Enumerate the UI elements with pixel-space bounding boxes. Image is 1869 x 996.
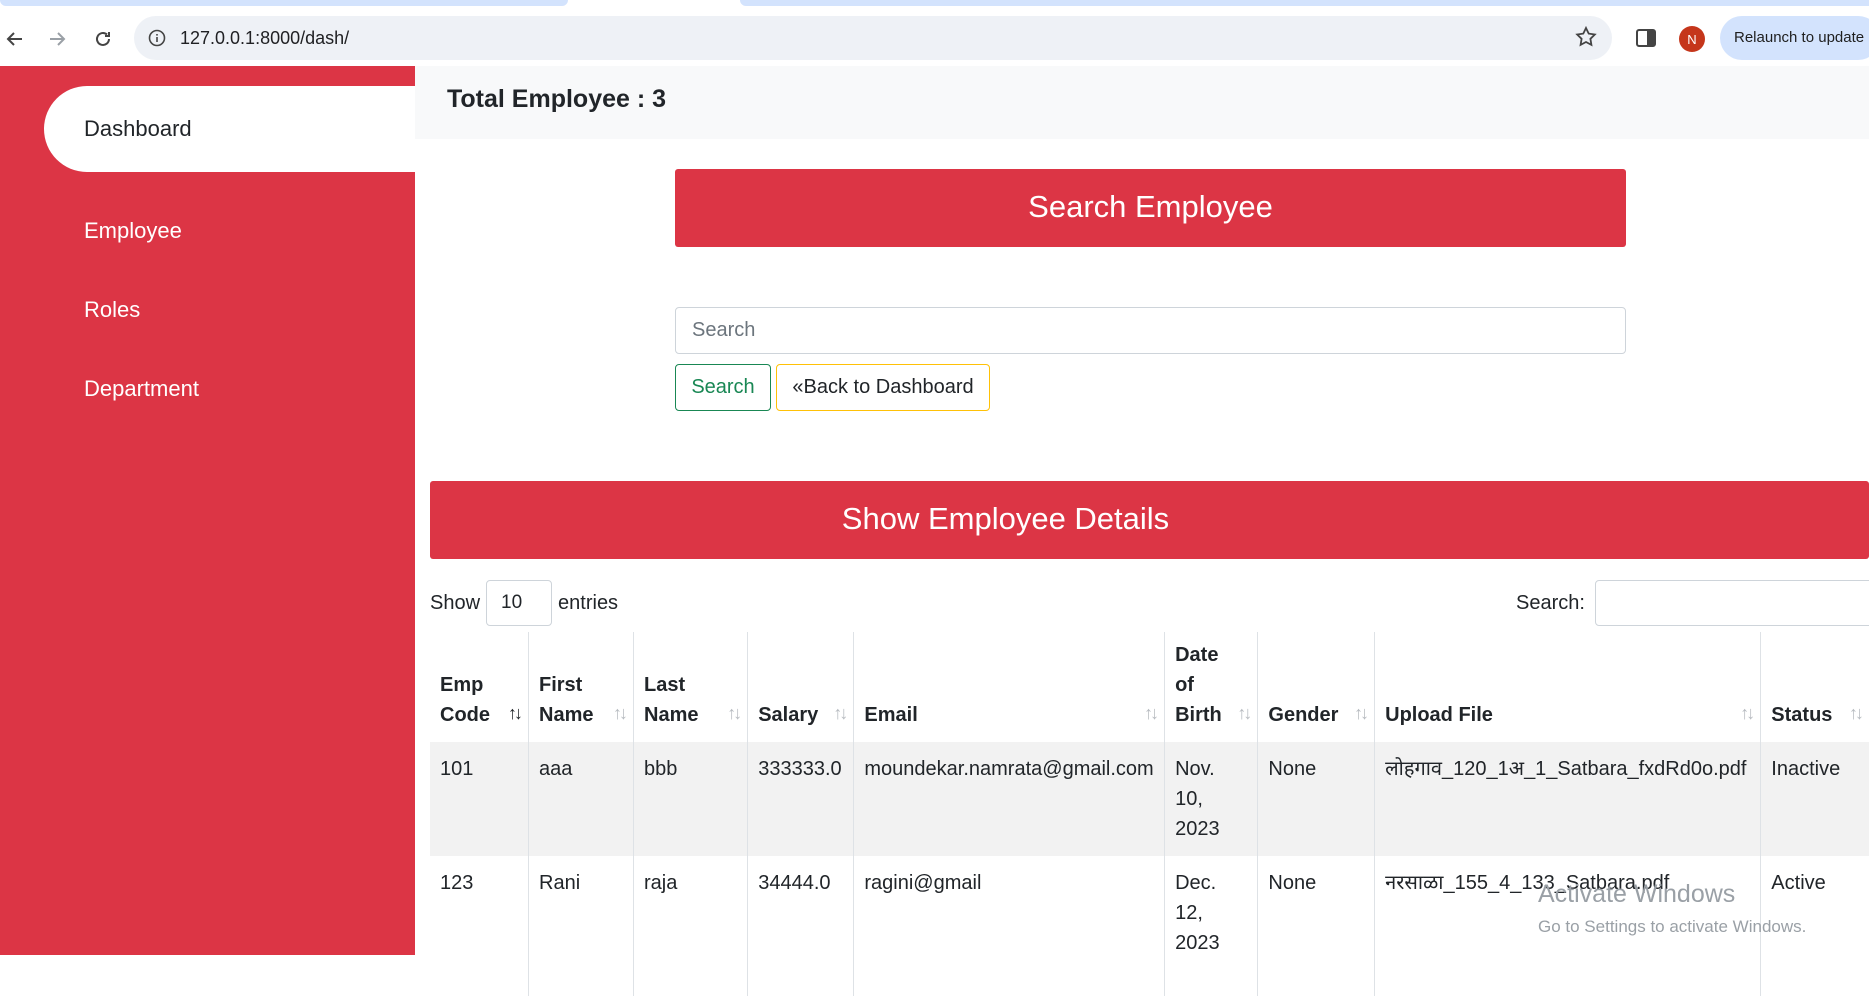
cell-salary: 333333.0 [747, 742, 854, 856]
top-bar: Total Employee : 3 [415, 66, 1869, 139]
side-panel-icon[interactable] [1634, 26, 1658, 50]
sidebar-item-label: Dashboard [84, 116, 192, 141]
cell-gender: None [1257, 742, 1375, 856]
show-label: Show [430, 591, 481, 614]
site-info-icon[interactable] [148, 29, 166, 47]
table-search-label: Search: [1516, 591, 1585, 614]
cell-salary: 34444.0 [747, 856, 854, 996]
cell-email: moundekar.namrata@gmail.com [853, 742, 1165, 856]
show-employee-details-banner: Show Employee Details [430, 481, 1869, 559]
browser-toolbar: 127.0.0.1:8000/dash/ N Relaunch to updat… [0, 14, 1869, 66]
cell-email: ragini@gmail [853, 856, 1165, 996]
cell-first-name: aaa [528, 742, 634, 856]
sort-icon: ↑↓ [1354, 703, 1369, 723]
forward-arrow-icon[interactable] [42, 24, 72, 54]
entries-select[interactable]: 10 [486, 580, 553, 626]
column-header-email[interactable]: Email ↑↓ [853, 632, 1165, 742]
sort-icon: ↑↓ [1144, 703, 1159, 723]
column-header-first-name[interactable]: First Name ↑↓ [528, 632, 634, 742]
entries-label: entries [558, 591, 619, 614]
total-employee-count: Total Employee : 3 [447, 85, 667, 113]
search-employee-banner: Search Employee [675, 169, 1626, 247]
cell-gender: None [1257, 856, 1375, 996]
back-to-dashboard-button[interactable]: «Back to Dashboard [776, 364, 990, 411]
sort-icon: ↑↓ [613, 703, 628, 723]
table-search-input[interactable] [1594, 580, 1869, 626]
column-header-emp-code[interactable]: Emp Code ↑↓ [430, 632, 529, 742]
watermark-subtitle: Go to Settings to activate Windows. [1538, 917, 1807, 936]
table-search-control: Search: [1516, 580, 1869, 626]
cell-date-of-birth: Dec. 12, 2023 [1164, 856, 1258, 996]
column-header-status[interactable]: Status ↑↓ [1760, 632, 1869, 742]
table-header-row: Emp Code ↑↓ First Name ↑↓ Last Name ↑↓ Sala… [430, 632, 1869, 742]
profile-avatar[interactable]: N [1679, 26, 1705, 52]
browser-tab[interactable] [740, 0, 1869, 6]
column-header-upload-file[interactable]: Upload File ↑↓ [1374, 632, 1761, 742]
address-bar[interactable]: 127.0.0.1:8000/dash/ [134, 16, 1612, 60]
sort-icon: ↑↓ [833, 703, 848, 723]
bookmark-star-icon[interactable] [1574, 25, 1598, 49]
employee-table: Emp Code ↑↓ First Name ↑↓ Last Name ↑↓ Sala… [430, 632, 1869, 996]
activate-windows-watermark: Activate Windows Go to Settings to activ… [1538, 880, 1806, 937]
sidebar-item-employee[interactable]: Employee [84, 218, 182, 244]
column-header-date-of-birth[interactable]: Date of Birth ↑↓ [1164, 632, 1258, 742]
search-button[interactable]: Search [675, 364, 771, 411]
sort-icon: ↑↓ [1740, 703, 1755, 723]
cell-first-name: Rani [528, 856, 634, 996]
url-text[interactable]: 127.0.0.1:8000/dash/ [180, 28, 349, 49]
back-arrow-icon[interactable] [0, 24, 30, 54]
sort-icon: ↑↓ [727, 703, 742, 723]
table-row: 101 aaa bbb 333333.0 moundekar.namrata@g… [430, 742, 1869, 856]
tab-strip [0, 0, 1869, 14]
relaunch-button[interactable]: Relaunch to update [1720, 16, 1869, 60]
reload-icon[interactable] [88, 24, 118, 54]
column-header-salary[interactable]: Salary ↑↓ [747, 632, 854, 742]
cell-last-name: raja [632, 856, 748, 996]
cell-emp-code: 123 [440, 872, 474, 894]
sort-icon: ↑↓ [1237, 703, 1252, 723]
entries-length-control: Show 10 entries [430, 580, 618, 626]
cell-status: Inactive [1760, 742, 1869, 856]
cell-emp-code: 101 [430, 742, 529, 856]
browser-tab[interactable] [0, 0, 568, 6]
sort-icon: ↑↓ [1849, 703, 1864, 723]
column-header-last-name[interactable]: Last Name ↑↓ [632, 632, 748, 742]
sidebar-item-dashboard[interactable]: Dashboard [44, 86, 415, 172]
sort-asc-icon: ↑↓ [508, 703, 523, 723]
cell-last-name: bbb [632, 742, 748, 856]
watermark-title: Activate Windows [1538, 880, 1736, 908]
sidebar: Dashboard Employee Roles Department [0, 66, 415, 955]
search-input[interactable]: Search [675, 307, 1626, 354]
sidebar-item-department[interactable]: Department [84, 376, 199, 402]
column-header-gender[interactable]: Gender ↑↓ [1257, 632, 1375, 742]
cell-date-of-birth: Nov. 10, 2023 [1164, 742, 1258, 856]
cell-upload-file[interactable]: लोहगाव_120_1अ_1_Satbara_fxdRd0o.pdf [1374, 742, 1761, 856]
sidebar-item-roles[interactable]: Roles [84, 297, 140, 323]
